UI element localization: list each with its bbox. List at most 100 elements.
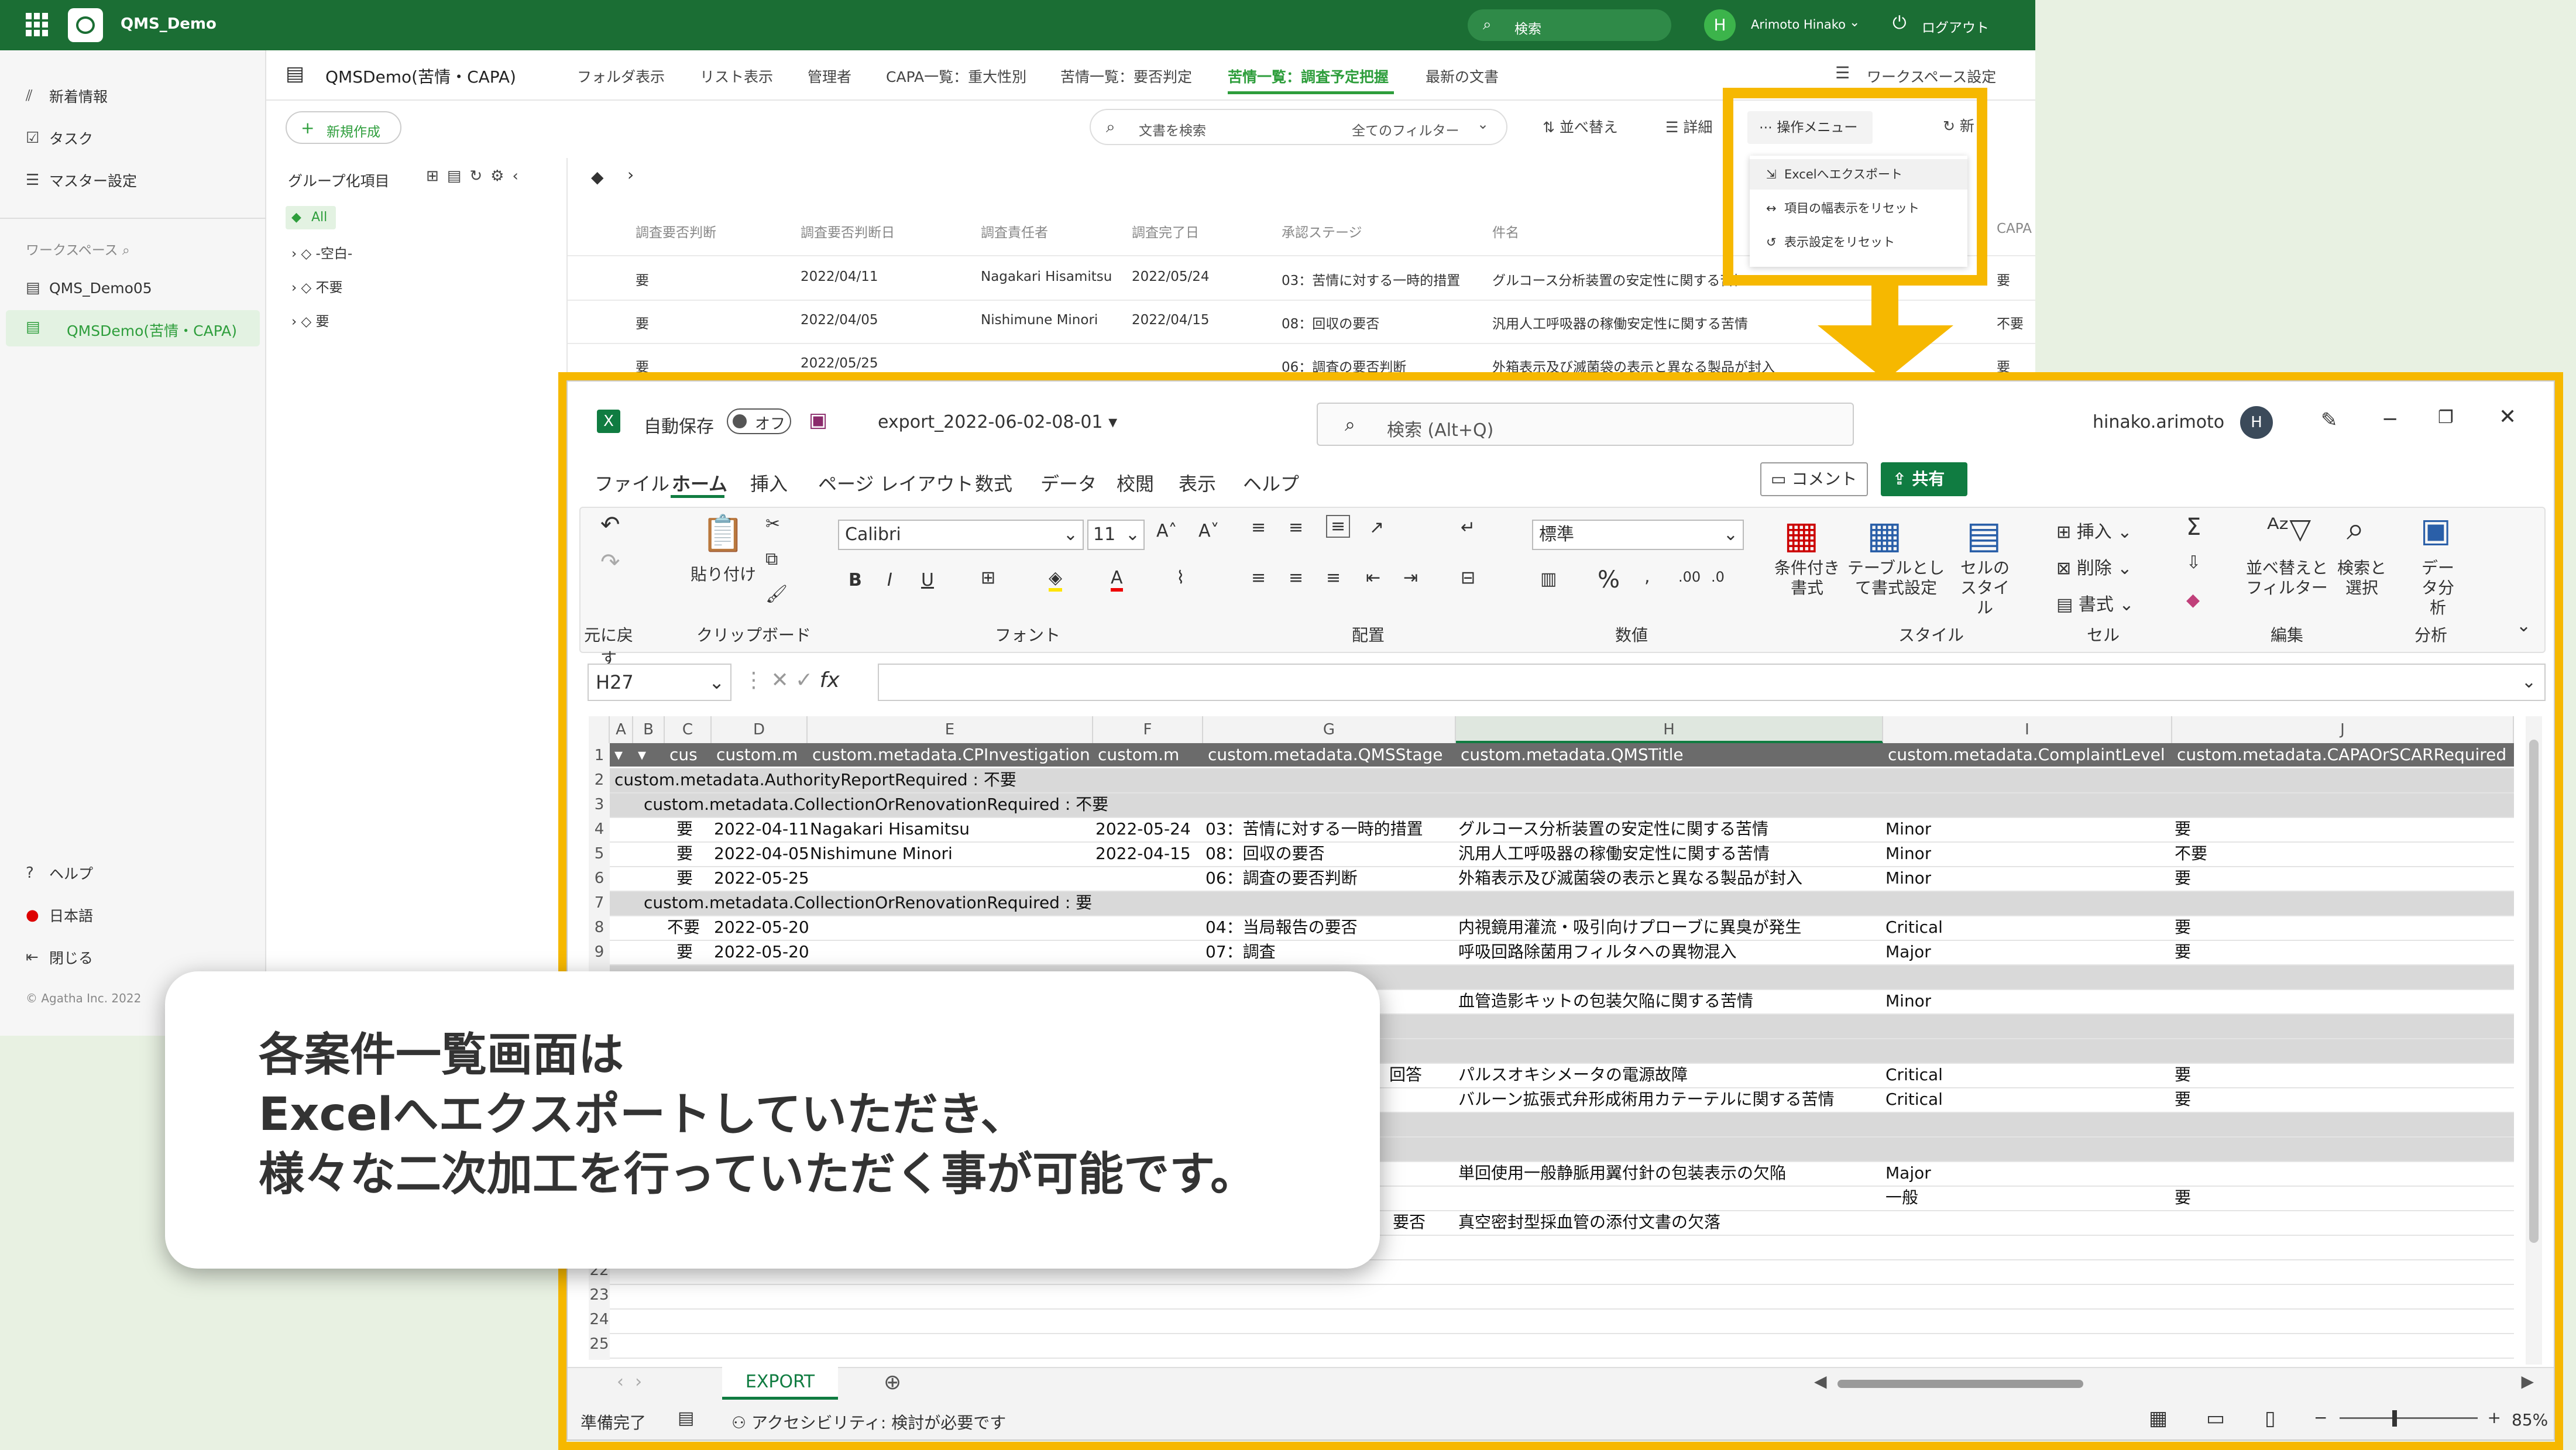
tab-admin[interactable]: 管理者 xyxy=(808,66,851,87)
tab-complaint-judge[interactable]: 苦情一覧：要否判定 xyxy=(1060,66,1192,87)
sliders-icon: ☰ xyxy=(26,171,40,189)
search-icon: ⌕ xyxy=(1106,117,1115,136)
workspace-db-icon: ▤ xyxy=(286,62,305,85)
nav-label: 日本語 xyxy=(49,908,94,925)
nav-label: マスター設定 xyxy=(49,173,138,190)
flag-jp-icon: ● xyxy=(26,906,39,924)
callout-line-1: 各案件一覧画面は xyxy=(259,1029,624,1081)
detail-button[interactable]: ☰ 詳細 xyxy=(1665,116,1712,137)
grid-header-judge[interactable]: 調査要否判断 xyxy=(636,221,716,241)
nav-item-news[interactable]: ⫽ 新着情報 xyxy=(26,83,108,109)
nav-item-close[interactable]: ⇤ 閉じる xyxy=(26,944,93,970)
database-icon: ▤ xyxy=(26,318,40,336)
plus-icon: + xyxy=(301,118,315,138)
chevron-down-icon: ⌄ xyxy=(1477,116,1489,132)
copyright: © Agatha Inc. 2022 xyxy=(26,991,142,1005)
cell: 2022/04/05 xyxy=(801,312,878,328)
cell: 2022/05/25 xyxy=(801,356,878,371)
grid-header-stage[interactable]: 承認ステージ xyxy=(1282,221,1362,241)
search-icon: ⌕ xyxy=(1483,16,1492,33)
grid-rowline xyxy=(568,300,2035,301)
cell: 2022/05/24 xyxy=(1132,269,1210,284)
collapse-icon: ⇤ xyxy=(26,949,39,966)
active-tab-underline xyxy=(1228,91,1394,94)
nav-item-ws1[interactable]: ▤ QMS_Demo05 xyxy=(26,275,152,301)
detail-label: 詳細 xyxy=(1683,119,1713,136)
workspace-header: ワークスペース ⌕ xyxy=(26,243,130,258)
tag-icon: ◆ xyxy=(291,210,301,225)
cell: 要 xyxy=(636,273,649,288)
cell: グルコース分析装置の安定性に関する苦情 xyxy=(1492,273,1738,288)
tab-complaint-schedule[interactable]: 苦情一覧：調査予定把握 xyxy=(1228,66,1389,87)
cell: 03：苦情に対する一時的措置 xyxy=(1282,273,1461,288)
tab-latest[interactable]: 最新の文書 xyxy=(1426,66,1499,87)
user-chevron-icon: ⌄ xyxy=(1849,15,1860,30)
group-all[interactable]: ◆ All xyxy=(286,206,336,229)
highlight-ops-menu xyxy=(1723,88,1987,286)
cell: 2022/04/15 xyxy=(1132,312,1210,328)
nav-divider xyxy=(0,218,266,219)
cell: 08：回収の要否 xyxy=(1282,317,1380,332)
settings-sliders-icon: ☰ xyxy=(1835,63,1850,83)
avatar[interactable]: H xyxy=(1704,9,1736,41)
database-icon: ▤ xyxy=(26,279,40,297)
user-name[interactable]: Arimoto Hinako xyxy=(1751,18,1846,32)
grid-rowline xyxy=(568,343,2035,344)
sort-label: 並べ替え xyxy=(1559,119,1618,136)
doc-search-placeholder: 文書を検索 xyxy=(1139,123,1206,139)
app-logo-icon xyxy=(68,8,103,42)
group-item-blank[interactable]: › ◇ -空白- xyxy=(291,242,352,262)
app-title: QMS_Demo xyxy=(121,15,217,33)
sort-button[interactable]: ⇅ 並べ替え xyxy=(1543,116,1618,137)
sort-icon: ⇅ xyxy=(1543,119,1555,136)
workspace-title: QMSDemo(苦情・CAPA) xyxy=(325,67,516,87)
nav-item-ws2[interactable]: ▤ QMSDemo(苦情・CAPA) xyxy=(6,310,260,346)
question-icon: ? xyxy=(26,864,34,882)
cell: 汎用人工呼吸器の稼働安定性に関する苦情 xyxy=(1492,317,1748,332)
group-item-needed[interactable]: › ◇ 要 xyxy=(291,310,329,330)
global-search[interactable]: ⌕ 検索 xyxy=(1468,9,1671,41)
group-item-unneeded[interactable]: › ◇ 不要 xyxy=(291,276,343,296)
cell: 2022/04/11 xyxy=(801,269,878,284)
cell: 要 xyxy=(636,317,649,332)
callout-line-3: 様々な二次加工を行っていただく事が可能です。 xyxy=(259,1148,1256,1201)
new-button-label: 新規作成 xyxy=(327,125,380,140)
nav-label: QMSDemo(苦情・CAPA) xyxy=(67,322,238,339)
nav-label: 新着情報 xyxy=(49,88,108,105)
chevron-right-icon: › xyxy=(627,165,634,184)
workspace-settings-link[interactable]: ワークスペース設定 xyxy=(1867,66,1996,87)
tab-capa[interactable]: CAPA一覧：重大性別 xyxy=(886,66,1026,87)
group-tools: ⊞▤↻⚙‹ xyxy=(426,167,527,185)
app-grid-icon[interactable] xyxy=(26,13,49,36)
arrow-down-icon xyxy=(1871,286,1898,328)
tag-icon: ◆ xyxy=(591,167,604,187)
group-title: グループ化項目 xyxy=(288,173,390,190)
calendar-check-icon: ☑ xyxy=(26,129,40,147)
nav-item-master[interactable]: ☰ マスター設定 xyxy=(26,167,137,193)
grid-header-complete[interactable]: 調査完了日 xyxy=(1132,221,1199,241)
tab-list[interactable]: リスト表示 xyxy=(700,66,773,87)
tab-folder[interactable]: フォルダ表示 xyxy=(577,66,665,87)
logout-link[interactable]: ログアウト xyxy=(1922,16,1989,36)
nav-item-task[interactable]: ☑ タスク xyxy=(26,125,93,151)
nav-item-language[interactable]: ● 日本語 xyxy=(26,902,93,928)
cell: Nishimune Minori xyxy=(981,312,1098,328)
nav-label: タスク xyxy=(49,130,94,147)
doc-search-input[interactable]: ⌕ 文書を検索 全てのフィルター ⌄ xyxy=(1090,109,1507,145)
nav-label: 閉じる xyxy=(49,950,94,967)
grid-header-owner[interactable]: 調査責任者 xyxy=(981,221,1048,241)
grid-header-title[interactable]: 件名 xyxy=(1492,221,1519,241)
cell: 不要 xyxy=(1997,317,2024,332)
list-icon: ☰ xyxy=(1665,119,1679,136)
nav-label: ヘルプ xyxy=(49,865,94,882)
top-bar: QMS_Demo ⌕ 検索 H Arimoto Hinako ⌄ ⏻ ログアウト xyxy=(0,0,2035,50)
cell: 要 xyxy=(1997,273,2010,288)
grid-header-judge-date[interactable]: 調査要否判断日 xyxy=(801,221,895,241)
cell: Nagakari Hisamitsu xyxy=(981,269,1112,284)
new-button[interactable]: + 新規作成 xyxy=(286,111,401,144)
filter-dropdown[interactable]: 全てのフィルター xyxy=(1352,119,1459,139)
grid-header-capa[interactable]: CAPA xyxy=(1997,221,2032,236)
left-nav: ⫽ 新着情報 ☑ タスク ☰ マスター設定 ワークスペース ⌕ ▤ QMS_Demo05… xyxy=(0,50,266,1036)
search-placeholder: 検索 xyxy=(1514,22,1541,37)
nav-item-help[interactable]: ? ヘルプ xyxy=(26,860,93,886)
